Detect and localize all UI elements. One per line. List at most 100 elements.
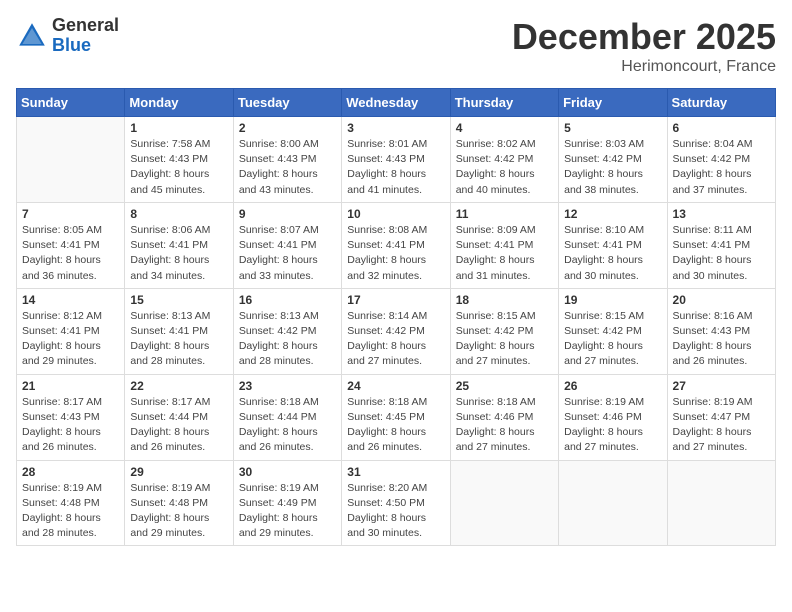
day-number: 22 (130, 379, 227, 393)
calendar-cell: 6Sunrise: 8:04 AMSunset: 4:42 PMDaylight… (667, 117, 775, 203)
calendar-cell: 10Sunrise: 8:08 AMSunset: 4:41 PMDayligh… (342, 202, 450, 288)
day-header-wednesday: Wednesday (342, 89, 450, 117)
calendar-cell: 19 Sunrise: 8:15 AMSunset: 4:42 PMDayligh… (559, 288, 667, 374)
cell-info: Sunrise: 8:15 AMSunset: 4:42 PMDaylight:… (456, 309, 553, 370)
calendar-cell: 9 Sunrise: 8:07 AMSunset: 4:41 PMDaylight… (233, 202, 341, 288)
day-number: 5 (564, 121, 661, 135)
calendar-cell: 26 Sunrise: 8:19 AMSunset: 4:46 PMDayligh… (559, 374, 667, 460)
cell-info: Sunrise: 8:06 AMSunset: 4:41 PMDaylight:… (130, 223, 227, 284)
day-number: 8 (130, 207, 227, 221)
calendar-cell: 20Sunrise: 8:16 AMSunset: 4:43 PMDayligh… (667, 288, 775, 374)
logo-text: General Blue (52, 16, 119, 56)
day-number: 19 (564, 293, 661, 307)
cell-info: Sunrise: 8:18 AMSunset: 4:44 PMDaylight:… (239, 395, 336, 456)
day-number: 12 (564, 207, 661, 221)
calendar-cell: 11 Sunrise: 8:09 AMSunset: 4:41 PMDayligh… (450, 202, 558, 288)
calendar-cell: 23 Sunrise: 8:18 AMSunset: 4:44 PMDayligh… (233, 374, 341, 460)
cell-info: Sunrise: 8:20 AMSunset: 4:50 PMDaylight:… (347, 481, 444, 542)
calendar-cell: 15 Sunrise: 8:13 AMSunset: 4:41 PMDayligh… (125, 288, 233, 374)
calendar-week-row: 7 Sunrise: 8:05 AMSunset: 4:41 PMDaylight… (17, 202, 776, 288)
calendar-cell: 4Sunrise: 8:02 AMSunset: 4:42 PMDaylight… (450, 117, 558, 203)
day-number: 31 (347, 465, 444, 479)
calendar-week-row: 21 Sunrise: 8:17 AMSunset: 4:43 PMDayligh… (17, 374, 776, 460)
cell-info: Sunrise: 8:07 AMSunset: 4:41 PMDaylight:… (239, 223, 336, 284)
cell-info: Sunrise: 8:12 AMSunset: 4:41 PMDaylight:… (22, 309, 119, 370)
calendar-week-row: 1 Sunrise: 7:58 AMSunset: 4:43 PMDaylight… (17, 117, 776, 203)
cell-info: Sunrise: 8:09 AMSunset: 4:41 PMDaylight:… (456, 223, 553, 284)
cell-info: Sunrise: 8:14 AMSunset: 4:42 PMDaylight:… (347, 309, 444, 370)
logo: General Blue (16, 16, 119, 56)
day-number: 21 (22, 379, 119, 393)
calendar-cell: 14 Sunrise: 8:12 AMSunset: 4:41 PMDayligh… (17, 288, 125, 374)
day-header-monday: Monday (125, 89, 233, 117)
day-number: 24 (347, 379, 444, 393)
calendar-table: SundayMondayTuesdayWednesdayThursdayFrid… (16, 88, 776, 546)
calendar-cell: 25 Sunrise: 8:18 AMSunset: 4:46 PMDayligh… (450, 374, 558, 460)
day-number: 25 (456, 379, 553, 393)
cell-info: Sunrise: 8:16 AMSunset: 4:43 PMDaylight:… (673, 309, 770, 370)
calendar-cell (450, 460, 558, 546)
cell-info: Sunrise: 8:18 AMSunset: 4:45 PMDaylight:… (347, 395, 444, 456)
calendar-cell: 16Sunrise: 8:13 AMSunset: 4:42 PMDayligh… (233, 288, 341, 374)
day-number: 17 (347, 293, 444, 307)
cell-info: Sunrise: 8:01 AMSunset: 4:43 PMDaylight:… (347, 137, 444, 198)
day-number: 10 (347, 207, 444, 221)
calendar-cell: 17 Sunrise: 8:14 AMSunset: 4:42 PMDayligh… (342, 288, 450, 374)
day-header-friday: Friday (559, 89, 667, 117)
calendar-cell: 28 Sunrise: 8:19 AMSunset: 4:48 PMDayligh… (17, 460, 125, 546)
day-header-saturday: Saturday (667, 89, 775, 117)
day-number: 28 (22, 465, 119, 479)
day-number: 14 (22, 293, 119, 307)
cell-info: Sunrise: 8:19 AMSunset: 4:47 PMDaylight:… (673, 395, 770, 456)
day-header-sunday: Sunday (17, 89, 125, 117)
cell-info: Sunrise: 8:13 AMSunset: 4:42 PMDaylight:… (239, 309, 336, 370)
location: Herimoncourt, France (512, 58, 776, 76)
calendar-cell (667, 460, 775, 546)
cell-info: Sunrise: 8:11 AMSunset: 4:41 PMDaylight:… (673, 223, 770, 284)
calendar-cell: 3Sunrise: 8:01 AMSunset: 4:43 PMDaylight… (342, 117, 450, 203)
calendar-cell: 29Sunrise: 8:19 AMSunset: 4:48 PMDayligh… (125, 460, 233, 546)
cell-info: Sunrise: 7:58 AMSunset: 4:43 PMDaylight:… (130, 137, 227, 198)
day-number: 26 (564, 379, 661, 393)
day-number: 6 (673, 121, 770, 135)
cell-info: Sunrise: 8:17 AMSunset: 4:44 PMDaylight:… (130, 395, 227, 456)
calendar-header-row: SundayMondayTuesdayWednesdayThursdayFrid… (17, 89, 776, 117)
cell-info: Sunrise: 8:19 AMSunset: 4:48 PMDaylight:… (22, 481, 119, 542)
calendar-cell (559, 460, 667, 546)
day-number: 2 (239, 121, 336, 135)
title-block: December 2025 Herimoncourt, France (512, 16, 776, 76)
calendar-cell: 27 Sunrise: 8:19 AMSunset: 4:47 PMDayligh… (667, 374, 775, 460)
cell-info: Sunrise: 8:13 AMSunset: 4:41 PMDaylight:… (130, 309, 227, 370)
day-number: 27 (673, 379, 770, 393)
day-number: 11 (456, 207, 553, 221)
logo-icon (16, 20, 48, 52)
calendar-cell: 7 Sunrise: 8:05 AMSunset: 4:41 PMDaylight… (17, 202, 125, 288)
cell-info: Sunrise: 8:10 AMSunset: 4:41 PMDaylight:… (564, 223, 661, 284)
calendar-cell: 1 Sunrise: 7:58 AMSunset: 4:43 PMDaylight… (125, 117, 233, 203)
day-number: 4 (456, 121, 553, 135)
calendar-cell: 8 Sunrise: 8:06 AMSunset: 4:41 PMDaylight… (125, 202, 233, 288)
day-number: 1 (130, 121, 227, 135)
cell-info: Sunrise: 8:05 AMSunset: 4:41 PMDaylight:… (22, 223, 119, 284)
day-number: 9 (239, 207, 336, 221)
calendar-cell: 12 Sunrise: 8:10 AMSunset: 4:41 PMDayligh… (559, 202, 667, 288)
calendar-cell: 5Sunrise: 8:03 AMSunset: 4:42 PMDaylight… (559, 117, 667, 203)
calendar-cell: 2 Sunrise: 8:00 AMSunset: 4:43 PMDaylight… (233, 117, 341, 203)
day-number: 13 (673, 207, 770, 221)
calendar-cell: 21 Sunrise: 8:17 AMSunset: 4:43 PMDayligh… (17, 374, 125, 460)
cell-info: Sunrise: 8:19 AMSunset: 4:46 PMDaylight:… (564, 395, 661, 456)
cell-info: Sunrise: 8:17 AMSunset: 4:43 PMDaylight:… (22, 395, 119, 456)
calendar-cell: 31 Sunrise: 8:20 AMSunset: 4:50 PMDayligh… (342, 460, 450, 546)
calendar-cell (17, 117, 125, 203)
month-title: December 2025 (512, 16, 776, 58)
calendar-week-row: 14 Sunrise: 8:12 AMSunset: 4:41 PMDayligh… (17, 288, 776, 374)
day-number: 23 (239, 379, 336, 393)
cell-info: Sunrise: 8:18 AMSunset: 4:46 PMDaylight:… (456, 395, 553, 456)
day-header-thursday: Thursday (450, 89, 558, 117)
cell-info: Sunrise: 8:19 AMSunset: 4:49 PMDaylight:… (239, 481, 336, 542)
cell-info: Sunrise: 8:00 AMSunset: 4:43 PMDaylight:… (239, 137, 336, 198)
cell-info: Sunrise: 8:19 AMSunset: 4:48 PMDaylight:… (130, 481, 227, 542)
cell-info: Sunrise: 8:15 AMSunset: 4:42 PMDaylight:… (564, 309, 661, 370)
day-number: 7 (22, 207, 119, 221)
day-number: 15 (130, 293, 227, 307)
